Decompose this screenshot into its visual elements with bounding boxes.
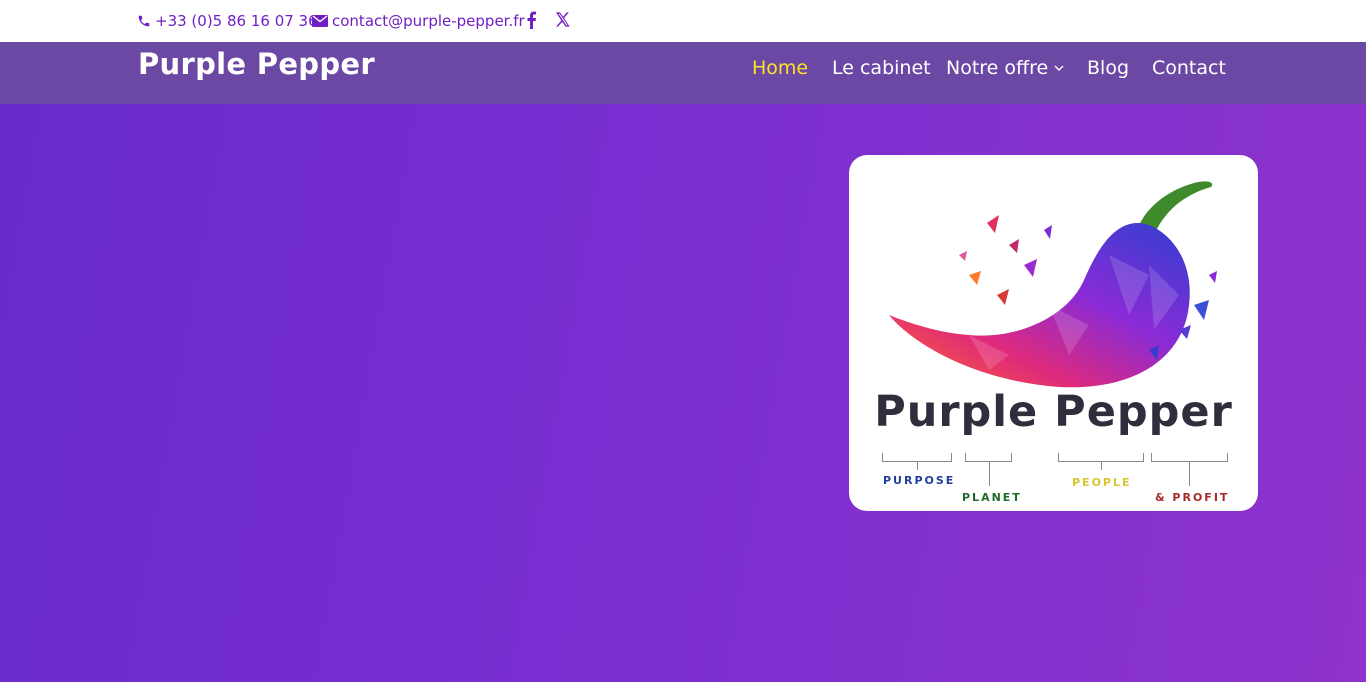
- pepper-illustration: [889, 181, 1217, 388]
- bracket-purpose: [882, 453, 952, 462]
- tag-profit: & PROFIT: [1155, 491, 1230, 504]
- facebook-icon: [527, 11, 536, 29]
- stem-planet: [989, 462, 990, 486]
- email-address: contact@purple-pepper.fr: [332, 12, 525, 30]
- phone-number: +33 (0)5 86 16 07 36: [155, 12, 318, 30]
- card-brand-title: Purple Pepper: [874, 387, 1233, 437]
- nav-le-cabinet[interactable]: Le cabinet: [832, 57, 931, 79]
- tag-purpose: PURPOSE: [883, 474, 956, 487]
- x-icon: [556, 12, 570, 27]
- top-info-bar: +33 (0)5 86 16 07 36 contact@purple-pepp…: [0, 0, 1366, 42]
- nav-notre-offre[interactable]: Notre offre: [946, 57, 1064, 79]
- facebook-link[interactable]: [525, 11, 537, 29]
- nav-blog[interactable]: Blog: [1087, 57, 1129, 79]
- nav-home[interactable]: Home: [752, 57, 808, 79]
- phone-icon: [138, 15, 150, 27]
- tag-people: PEOPLE: [1072, 476, 1132, 489]
- nav-notre-offre-label: Notre offre: [946, 57, 1049, 79]
- site-logo[interactable]: Purple Pepper: [138, 47, 375, 81]
- bracket-planet: [965, 453, 1012, 462]
- nav-contact[interactable]: Contact: [1152, 57, 1226, 79]
- bracket-profit: [1151, 453, 1228, 462]
- tag-planet: PLANET: [962, 491, 1022, 504]
- stem-people: [1101, 462, 1102, 470]
- chevron-down-icon: [1054, 65, 1064, 71]
- stem-profit: [1189, 462, 1190, 486]
- bracket-people: [1058, 453, 1144, 462]
- envelope-icon: [312, 15, 328, 27]
- stem-purpose: [917, 462, 918, 470]
- phone-link[interactable]: +33 (0)5 86 16 07 36: [137, 12, 318, 30]
- hero-logo-image: Purple Pepper PURPOSE PLANET PEOPLE & PR…: [849, 155, 1258, 511]
- main-header: Purple Pepper Home Le cabinet Notre offr…: [0, 42, 1366, 104]
- email-link[interactable]: contact@purple-pepper.fr: [312, 12, 525, 30]
- x-link[interactable]: [554, 11, 571, 28]
